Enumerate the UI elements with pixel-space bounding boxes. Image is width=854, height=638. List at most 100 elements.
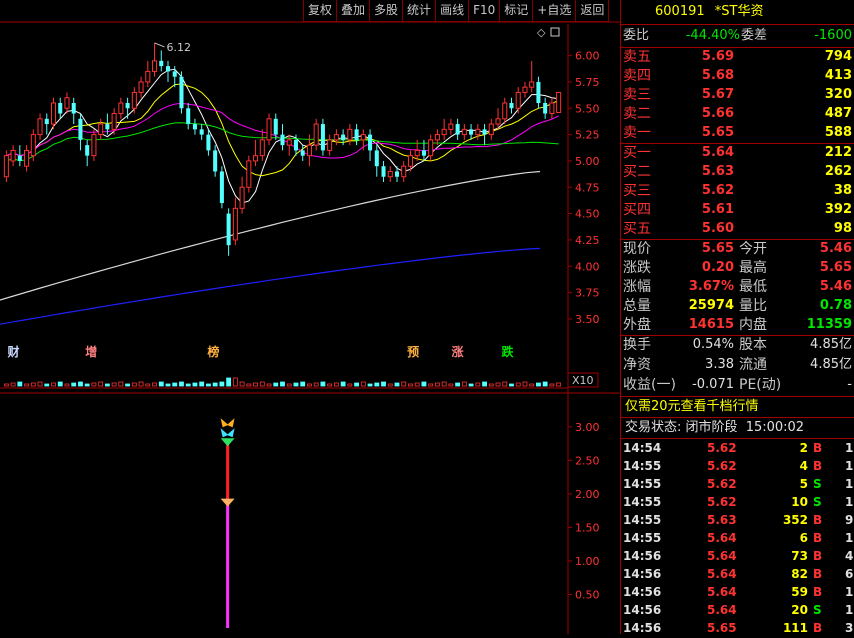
tick-time: 14:56 (623, 549, 662, 563)
candle-body (448, 123, 454, 130)
tick-count: 1 (845, 585, 854, 599)
candle-body (556, 91, 562, 113)
ask-level-label: 卖五 (623, 49, 651, 65)
tick-count: 1 (845, 603, 854, 617)
volume-bar (340, 381, 346, 387)
volume-bar (468, 383, 474, 387)
event-marker[interactable]: 增 (85, 344, 97, 359)
ask-row: 卖三 5.67 320 (621, 86, 854, 105)
volume-bar (495, 382, 501, 387)
volume-bar (536, 382, 541, 387)
tick-count: 6 (845, 567, 854, 581)
volume-bar (30, 382, 36, 387)
kline-chart-area[interactable]: 6.00 5.75 5.50 5.25 5.00 4.75 4.50 4.25 4.00 3.75… (0, 0, 620, 634)
candle-body (469, 129, 474, 135)
price-tick-label: 3.75 (575, 287, 600, 300)
candle-body (354, 129, 359, 140)
indicator-tick-label: 1.00 (575, 555, 600, 568)
overlay-button[interactable]: 叠加 (336, 0, 371, 22)
tick-price: 5.64 (707, 531, 737, 545)
tick-count: 1 (845, 441, 854, 455)
candle-body (111, 113, 117, 130)
volume-bar (232, 377, 238, 387)
tick-time: 14:55 (623, 531, 662, 545)
quote-label: 涨跌 (623, 260, 651, 276)
candle-body (118, 102, 124, 115)
volume-bar (549, 383, 555, 387)
candle-body (91, 134, 97, 157)
order-diff-label: 委差 (741, 28, 768, 43)
volume-bar (10, 382, 16, 387)
bid-row: 买二 5.63 262 (621, 163, 854, 182)
ask-row: 卖二 5.66 487 (621, 105, 854, 124)
tick-list[interactable]: 14:54 5.62 2 B 1 14:55 5.62 4 B 1 14:55 5.62 5 S 1 14:5… (621, 439, 854, 637)
volume-bar (542, 381, 548, 387)
event-marker[interactable]: 榜 (207, 344, 219, 359)
volume-bar (421, 381, 427, 387)
tick-volume: 82 (791, 567, 808, 581)
candle-body (522, 86, 528, 93)
restore-rights-button[interactable]: 复权 (303, 0, 338, 22)
tick-time: 14:55 (623, 495, 662, 509)
bid-level-label: 买二 (623, 164, 651, 180)
fundamental-row: 净资 3.38 流通 4.85亿 (621, 356, 854, 376)
ask-row: 卖五 5.69 794 (621, 48, 854, 67)
chart-svg[interactable]: 6.00 5.75 5.50 5.25 5.00 4.75 4.50 4.25 4.00 3.75… (0, 0, 620, 634)
gem-icon (220, 438, 235, 447)
candle-body (232, 207, 238, 241)
quote-summary: 现价 5.65 今开 5.46 涨跌 0.20 最高 5.65 涨幅 3.67% 最低 5.46 总量 2… (621, 240, 854, 335)
price-tick-label: 5.25 (575, 129, 600, 142)
statistics-button[interactable]: 统计 (402, 0, 437, 22)
promo-link[interactable]: 仅需20元查看千档行情 (621, 396, 854, 417)
back-button[interactable]: 返回 (575, 0, 610, 22)
tick-volume: 111 (782, 621, 808, 635)
candle-body (246, 160, 252, 188)
volume-bar (293, 382, 299, 387)
candle-body (266, 118, 272, 141)
tick-price: 5.62 (707, 459, 737, 473)
mark-button[interactable]: 标记 (499, 0, 534, 22)
ask-price: 5.66 (701, 106, 734, 121)
volume-bar (17, 381, 23, 387)
high-annotation: 6.12 (167, 41, 192, 54)
bid-volume: 38 (833, 183, 852, 198)
tick-row: 14:56 5.65 111 B 3 (621, 619, 854, 637)
candle-body (509, 103, 514, 109)
draw-line-button[interactable]: 画线 (435, 0, 470, 22)
event-marker[interactable]: 跌 (502, 344, 515, 359)
event-marker[interactable]: 涨 (452, 344, 464, 359)
multi-stock-button[interactable]: 多股 (369, 0, 404, 22)
tick-price: 5.62 (707, 477, 737, 491)
volume-bar (367, 383, 373, 387)
quote-row: 现价 5.65 今开 5.46 (621, 240, 854, 259)
quote-value: 5.65 (701, 241, 734, 256)
candle-body (455, 124, 460, 135)
maximize-icon[interactable] (550, 27, 560, 37)
tick-time: 14:54 (623, 441, 662, 455)
bid-volume: 392 (824, 202, 852, 217)
candle-body (98, 123, 104, 136)
candle-body (407, 155, 413, 167)
volume-bar (165, 383, 171, 387)
volume-bar (313, 382, 319, 387)
ask-level-label: 卖一 (623, 125, 651, 141)
event-marker[interactable]: 预 (407, 345, 419, 359)
bid-level-label: 买三 (623, 183, 651, 199)
candle-body (543, 103, 548, 114)
volume-bar (434, 382, 440, 387)
tick-side: S (813, 477, 822, 491)
fundamental-value: - (847, 377, 852, 392)
candle-body (428, 139, 434, 157)
long-ma-line (0, 247, 541, 325)
f10-button[interactable]: F10 (468, 0, 501, 22)
tick-row: 14:54 5.62 2 B 1 (621, 439, 854, 457)
candle-body (327, 139, 333, 151)
volume-scale-label: X10 (572, 374, 594, 387)
quote-label: 现价 (623, 241, 651, 257)
tick-side: B (813, 549, 823, 563)
candle-body (10, 149, 16, 162)
add-watchlist-button[interactable]: +自选 (532, 0, 577, 22)
volume-bar (152, 382, 157, 387)
event-marker[interactable]: 财 (7, 344, 20, 359)
candle-body (461, 128, 467, 136)
